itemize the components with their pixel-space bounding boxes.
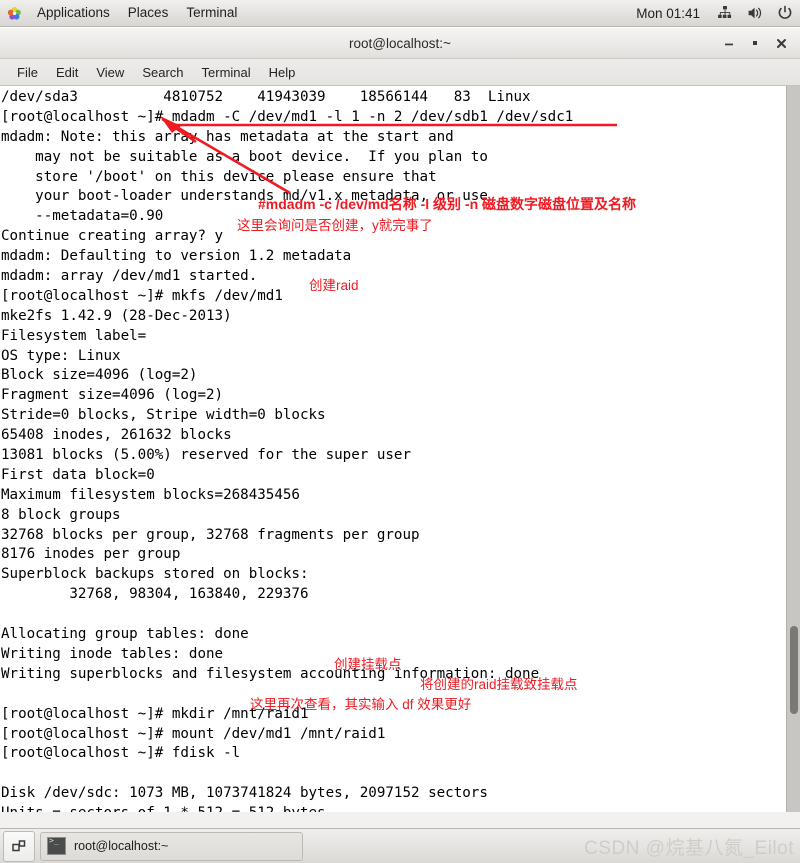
- terminal-line: mdadm: array /dev/md1 started.: [1, 268, 258, 285]
- panel-clock[interactable]: Mon 01:41: [626, 6, 710, 21]
- taskbar-window-label: root@localhost:~: [74, 839, 169, 853]
- menu-item-terminal[interactable]: Terminal: [193, 60, 260, 85]
- terminal-line: Writing superblocks and filesystem accou…: [1, 665, 540, 682]
- show-desktop-icon[interactable]: [3, 830, 35, 862]
- terminal-line: [root@localhost ~]# mount /dev/md1 /mnt/…: [1, 725, 386, 742]
- scrollbar-thumb[interactable]: [790, 626, 798, 714]
- terminal-line: [root@localhost ~]# mkfs /dev/md1: [1, 287, 283, 304]
- terminal-line: store '/boot' on this device please ensu…: [1, 168, 437, 185]
- terminal-line: mdadm: Defaulting to version 1.2 metadat…: [1, 248, 352, 265]
- terminal-line: --metadata=0.90: [1, 208, 164, 225]
- power-icon[interactable]: [775, 3, 795, 23]
- terminal-line: your boot-loader understands md/v1.x met…: [1, 188, 488, 205]
- close-button[interactable]: [768, 30, 794, 56]
- terminal-line: Maximum filesystem blocks=268435456: [1, 486, 300, 503]
- terminal-line: [root@localhost ~]# mdadm -C /dev/md1 -l…: [1, 108, 574, 125]
- terminal-line: [root@localhost ~]# fdisk -l: [1, 745, 241, 762]
- window-title: root@localhost:~: [349, 35, 451, 51]
- panel-menu-applications-label: Applications: [37, 5, 110, 20]
- taskbar-window-button[interactable]: root@localhost:~: [40, 831, 303, 861]
- taskbar: root@localhost:~ CSDN @烷基八氮_Eilot: [0, 828, 800, 863]
- window-buttons: [716, 28, 794, 58]
- terminal-line: OS type: Linux: [1, 347, 121, 364]
- panel-menu-places[interactable]: Places: [119, 0, 178, 26]
- terminal-line: 13081 blocks (5.00%) reserved for the su…: [1, 447, 411, 464]
- network-icon[interactable]: [715, 3, 735, 23]
- terminal-window: root@localhost:~ File Edit View Search T…: [0, 28, 800, 828]
- terminal-line: Filesystem label=: [1, 327, 147, 344]
- terminal-line: [root@localhost ~]# mkdir /mnt/raid1: [1, 705, 309, 722]
- terminal-body[interactable]: /dev/sda3 4810752 41943039 18566144 83 L…: [0, 86, 800, 812]
- minimize-button[interactable]: [716, 30, 742, 56]
- panel-menu-terminal[interactable]: Terminal: [177, 0, 246, 26]
- terminal-line: First data block=0: [1, 466, 155, 483]
- window-title-bar[interactable]: root@localhost:~: [0, 28, 800, 59]
- terminal-line: /dev/sda3 4810752 41943039 18566144 83 L…: [1, 89, 531, 105]
- terminal-line: Fragment size=4096 (log=2): [1, 387, 224, 404]
- menu-item-view[interactable]: View: [87, 60, 133, 85]
- watermark: CSDN @烷基八氮_Eilot: [584, 837, 794, 859]
- terminal-line: Stride=0 blocks, Stripe width=0 blocks: [1, 407, 326, 424]
- menu-item-file[interactable]: File: [8, 60, 47, 85]
- terminal-icon: [47, 836, 66, 855]
- terminal-line: Writing inode tables: done: [1, 645, 224, 662]
- terminal-line: Disk /dev/sdc: 1073 MB, 1073741824 bytes…: [1, 785, 488, 802]
- terminal-line: mke2fs 1.42.9 (28-Dec-2013): [1, 307, 232, 324]
- panel-menu-places-label: Places: [127, 5, 169, 20]
- terminal-line: 32768, 98304, 163840, 229376: [1, 586, 309, 603]
- top-panel: Applications Places Terminal Mon 01:41: [0, 0, 800, 27]
- terminal-line: 65408 inodes, 261632 blocks: [1, 427, 232, 444]
- terminal-line: mdadm: Note: this array has metadata at …: [1, 128, 454, 145]
- terminal-line: Superblock backups stored on blocks:: [1, 566, 309, 583]
- terminal-line: 8176 inodes per group: [1, 546, 181, 563]
- volume-icon[interactable]: [745, 3, 765, 23]
- terminal-line: Allocating group tables: done: [1, 626, 249, 643]
- fedora-pinwheel-icon: [7, 6, 22, 21]
- menu-bar: File Edit View Search Terminal Help: [0, 59, 800, 86]
- terminal-output: /dev/sda3 4810752 41943039 18566144 83 L…: [0, 86, 775, 812]
- terminal-line: may not be suitable as a boot device. If…: [1, 148, 488, 165]
- terminal-scrollbar[interactable]: [786, 86, 800, 812]
- terminal-line: Block size=4096 (log=2): [1, 367, 198, 384]
- menu-item-edit[interactable]: Edit: [47, 60, 87, 85]
- maximize-button[interactable]: [742, 30, 768, 56]
- panel-menu-applications[interactable]: Applications: [28, 0, 119, 26]
- terminal-line: Units = sectors of 1 * 512 = 512 bytes: [1, 804, 775, 812]
- menu-item-search[interactable]: Search: [133, 60, 192, 85]
- terminal-line: 32768 blocks per group, 32768 fragments …: [1, 526, 420, 543]
- terminal-line: Continue creating array? y: [1, 228, 224, 245]
- panel-menu-terminal-label: Terminal: [186, 5, 238, 20]
- menu-item-help[interactable]: Help: [260, 60, 305, 85]
- terminal-line: 8 block groups: [1, 506, 121, 523]
